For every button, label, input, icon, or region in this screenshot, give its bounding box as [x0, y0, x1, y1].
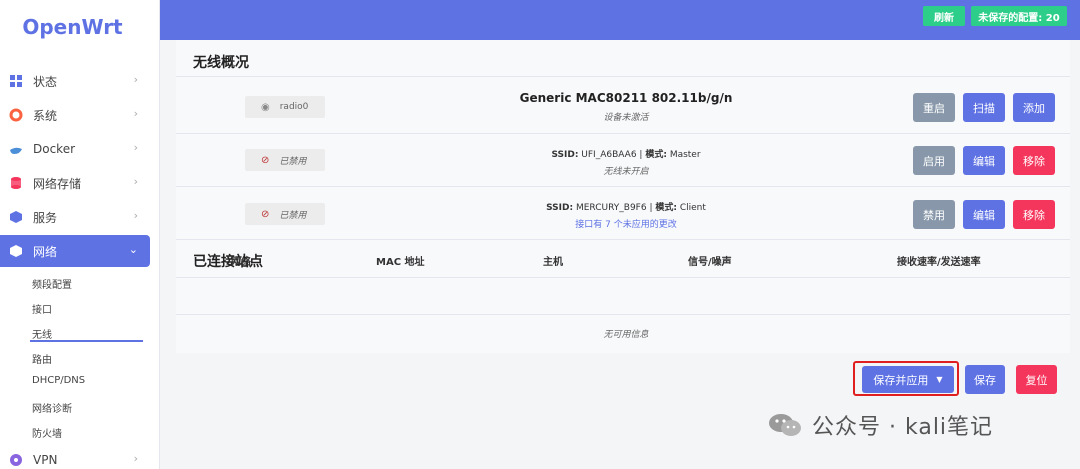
vpn-icon	[9, 453, 23, 467]
sidebar-item-label: 系统	[33, 108, 58, 123]
chevron-right-icon: ›	[133, 175, 138, 188]
network-state-badge: ⊘ 已禁用	[245, 203, 325, 225]
restart-button[interactable]: 重启	[913, 93, 955, 122]
disabled-signal-icon: ⊘	[261, 154, 270, 166]
caret-down-icon: ▼	[936, 375, 943, 384]
remove-button[interactable]: 移除	[1013, 146, 1055, 175]
pending-changes-link[interactable]: 接口有 7 个未应用的更改	[436, 217, 816, 230]
divider	[176, 133, 1070, 134]
sidebar: OpenWrt 状态 › 系统 › Docker › 网络存储 › 服务 › 网…	[0, 0, 160, 469]
subnav-item-interfaces[interactable]: 接口	[32, 301, 52, 316]
divider	[176, 277, 1070, 278]
remove-button[interactable]: 移除	[1013, 200, 1055, 229]
sidebar-item-network[interactable]: 网络 ⌄	[0, 235, 150, 267]
dashboard-icon	[9, 74, 23, 88]
cube-icon	[9, 244, 23, 258]
sidebar-item-vpn[interactable]: VPN ›	[0, 444, 150, 469]
wifi-radio-icon: ◉	[261, 101, 270, 113]
sidebar-item-label: Docker	[33, 142, 76, 156]
subnav-item-firewall[interactable]: 防火墙	[32, 425, 62, 440]
watermark: 公众号 · kali笔记	[768, 409, 993, 441]
wireless-overview-title: 无线概况	[193, 55, 249, 71]
chevron-right-icon: ›	[133, 452, 138, 465]
brand-logo[interactable]: OpenWrt	[0, 0, 159, 54]
subnav-item-band-config[interactable]: 频段配置	[32, 276, 72, 291]
active-indicator	[30, 340, 143, 342]
radio-device-badge: ◉ radio0	[245, 96, 325, 118]
sidebar-item-docker[interactable]: Docker ›	[0, 133, 150, 165]
subnav-item-routes[interactable]: 路由	[32, 351, 52, 366]
column-header-network: 网络	[231, 257, 251, 268]
disabled-signal-icon: ⊘	[261, 208, 270, 220]
column-header-signal: 信号/噪声	[688, 257, 732, 268]
save-and-apply-button[interactable]: 保存并应用 ▼	[862, 366, 954, 393]
divider	[176, 186, 1070, 187]
stations-empty-message: 无可用信息	[603, 330, 649, 340]
chevron-right-icon: ›	[133, 209, 138, 222]
column-header-host: 主机	[543, 257, 563, 268]
column-header-rates: 接收速率/发送速率	[897, 257, 981, 268]
sidebar-item-label: 状态	[33, 74, 58, 89]
subnav-item-diagnostics[interactable]: 网络诊断	[32, 400, 72, 415]
disable-button[interactable]: 禁用	[913, 200, 955, 229]
divider	[176, 314, 1070, 315]
sidebar-item-storage[interactable]: 网络存储 ›	[0, 167, 150, 199]
divider	[176, 76, 1070, 77]
database-icon	[9, 176, 23, 190]
network-state-badge: ⊘ 已禁用	[245, 149, 325, 171]
network-info: SSID: UFI_A6BAA6 | 模式: Master	[551, 150, 701, 160]
sidebar-item-label: 网络存储	[33, 176, 82, 191]
sidebar-item-label: 网络	[33, 244, 58, 259]
sidebar-item-services[interactable]: 服务 ›	[0, 201, 150, 233]
divider	[176, 239, 1070, 240]
reset-button[interactable]: 复位	[1016, 365, 1057, 394]
edit-button[interactable]: 编辑	[963, 200, 1005, 229]
enable-button[interactable]: 启用	[913, 146, 955, 175]
radio-model: Generic MAC80211 802.11b/g/n	[519, 91, 733, 105]
subnav-item-dhcp-dns[interactable]: DHCP/DNS	[32, 375, 85, 386]
edit-button[interactable]: 编辑	[963, 146, 1005, 175]
sidebar-item-label: 服务	[33, 210, 58, 225]
subnav-item-wireless[interactable]: 无线	[32, 326, 52, 341]
save-button[interactable]: 保存	[965, 365, 1005, 394]
network-status: 无线未开启	[603, 167, 649, 177]
network-info: SSID: MERCURY_B9F6 | 模式: Client	[546, 203, 706, 213]
top-bar: 刷新 未保存的配置: 20	[160, 0, 1080, 40]
docker-icon	[9, 142, 23, 156]
column-header-mac: MAC 地址	[376, 257, 425, 268]
gear-icon	[9, 108, 23, 122]
chevron-right-icon: ›	[133, 141, 138, 154]
radio-status: 设备未激活	[603, 113, 649, 123]
cube-icon	[9, 210, 23, 224]
unsaved-changes-button[interactable]: 未保存的配置: 20	[971, 6, 1067, 26]
refresh-button[interactable]: 刷新	[923, 6, 965, 26]
connected-stations-title: 已连接站点	[193, 254, 263, 270]
wireless-card: 无线概况 ◉ radio0 Generic MAC80211 802.11b/g…	[176, 40, 1070, 353]
wechat-icon	[768, 412, 802, 438]
chevron-down-icon: ⌄	[128, 243, 138, 256]
sidebar-item-label: VPN	[33, 453, 58, 467]
scan-button[interactable]: 扫描	[963, 93, 1005, 122]
sidebar-item-system[interactable]: 系统 ›	[0, 99, 150, 131]
chevron-right-icon: ›	[133, 107, 138, 120]
add-button[interactable]: 添加	[1013, 93, 1055, 122]
sidebar-item-status[interactable]: 状态 ›	[0, 65, 150, 97]
chevron-right-icon: ›	[133, 73, 138, 86]
